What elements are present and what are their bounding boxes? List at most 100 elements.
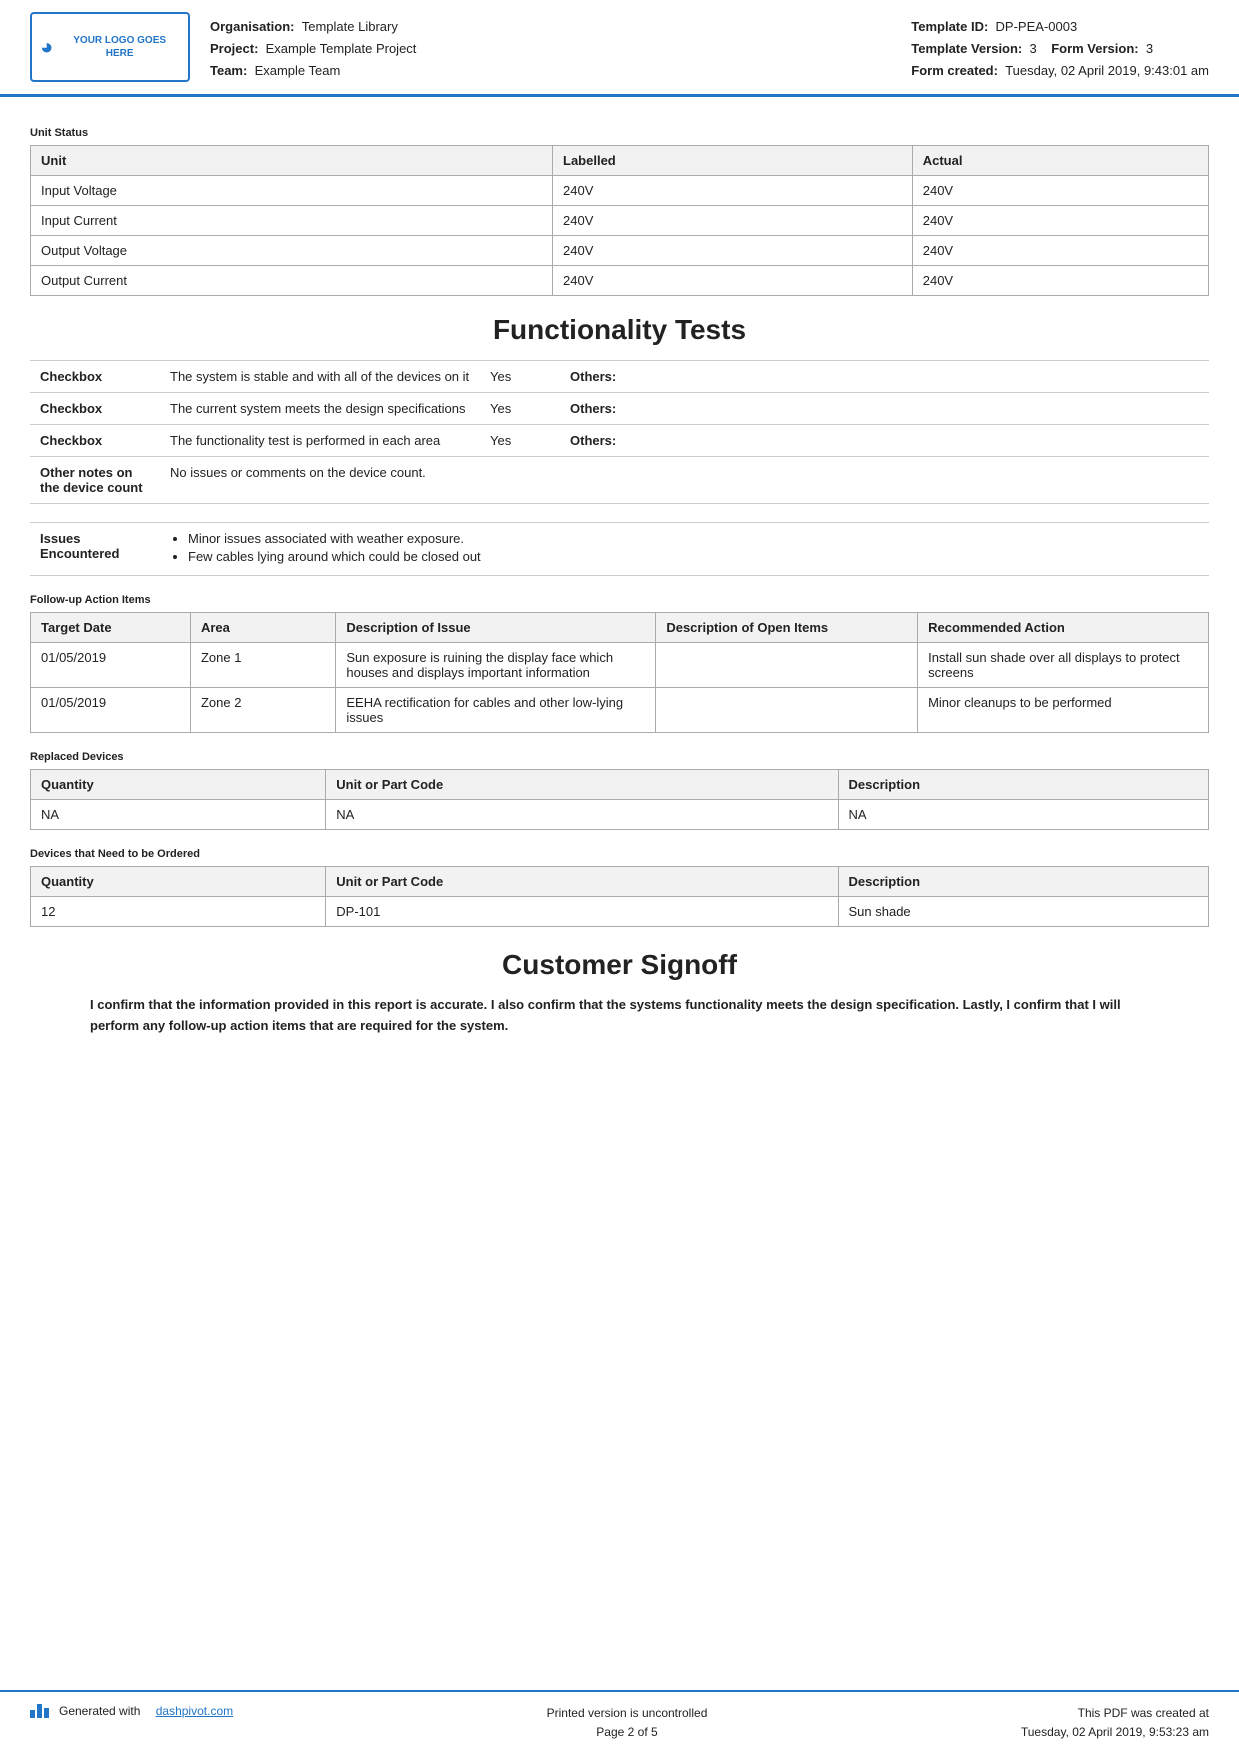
issues-content: Minor issues associated with weather exp… [160,523,1209,576]
template-id-label: Template ID: [911,19,988,34]
table-cell: Output Voltage [31,236,553,266]
order-header-row: Quantity Unit or Part Code Description [31,867,1209,897]
logo-text: YOUR LOGO GOES HERE [59,34,180,60]
logo-box: ◕ YOUR LOGO GOES HERE [30,12,190,82]
version-row: Template Version: 3 Form Version: 3 [911,38,1209,60]
functionality-tests-body: CheckboxThe system is stable and with al… [30,361,1209,504]
replaced-body: NANANA [31,800,1209,830]
org-row: Organisation: Template Library [210,16,416,38]
func-val-cell: Yes [480,425,560,457]
footer-center: Printed version is uncontrolled Page 2 o… [547,1704,708,1742]
table-cell: 01/05/2019 [31,688,191,733]
list-item: Minor issues associated with weather exp… [188,531,1199,546]
followup-header-row: Target Date Area Description of Issue De… [31,613,1209,643]
header-meta-right: Template ID: DP-PEA-0003 Template Versio… [911,16,1209,82]
footer-right-line2: Tuesday, 02 April 2019, 9:53:23 am [1021,1723,1209,1742]
followup-area-header: Area [190,613,335,643]
table-cell: NA [31,800,326,830]
table-row: Other notes on the device countNo issues… [30,457,1209,504]
template-id-row: Template ID: DP-PEA-0003 [911,16,1209,38]
signoff-text: I confirm that the information provided … [30,995,1209,1037]
table-cell: 12 [31,897,326,927]
header-meta-left: Organisation: Template Library Project: … [210,16,416,82]
table-cell: Input Voltage [31,176,553,206]
followup-open-header: Description of Open Items [656,613,918,643]
unit-status-title: Unit Status [30,127,1209,139]
header: ◕ YOUR LOGO GOES HERE Organisation: Temp… [0,0,1239,97]
form-version-value: 3 [1146,41,1153,56]
table-row: CheckboxThe system is stable and with al… [30,361,1209,393]
functionality-tests-table: CheckboxThe system is stable and with al… [30,360,1209,504]
team-row: Team: Example Team [210,60,416,82]
issues-row: Issues Encountered Minor issues associat… [30,523,1209,576]
org-value: Template Library [302,19,398,34]
table-cell [656,688,918,733]
template-version-label: Template Version: [911,41,1022,56]
form-created-label: Form created: [911,63,998,78]
func-type-cell: Checkbox [30,393,160,425]
header-meta: Organisation: Template Library Project: … [210,12,1209,82]
project-row: Project: Example Template Project [210,38,416,60]
table-row: Output Current240V240V [31,266,1209,296]
table-cell: Sun exposure is ruining the display face… [336,643,656,688]
logo-icon: ◕ [40,34,53,60]
order-body: 12DP-101Sun shade [31,897,1209,927]
team-value: Example Team [255,63,341,78]
list-item: Few cables lying around which could be c… [188,549,1199,564]
unit-status-header-row: Unit Labelled Actual [31,146,1209,176]
table-cell: 240V [553,266,913,296]
unit-col-header: Unit [31,146,553,176]
followup-body: 01/05/2019Zone 1Sun exposure is ruining … [31,643,1209,733]
template-version-value: 3 [1030,41,1037,56]
table-cell: Output Current [31,266,553,296]
labelled-col-header: Labelled [553,146,913,176]
func-desc-cell: The functionality test is performed in e… [160,425,480,457]
main-content: Unit Status Unit Labelled Actual Input V… [0,97,1239,1689]
footer-center-line1: Printed version is uncontrolled [547,1704,708,1723]
replaced-desc-header: Description [838,770,1209,800]
table-cell: NA [838,800,1209,830]
form-version-label: Form Version: [1051,41,1138,56]
func-val-cell: Yes [480,361,560,393]
func-type-cell: Checkbox [30,425,160,457]
table-cell: 01/05/2019 [31,643,191,688]
followup-table: Target Date Area Description of Issue De… [30,612,1209,733]
func-others-cell: Others: [560,393,1209,425]
table-cell: DP-101 [326,897,838,927]
table-cell: 240V [912,236,1208,266]
brand-link[interactable]: dashpivot.com [156,1704,233,1718]
devices-order-title: Devices that Need to be Ordered [30,848,1209,860]
page: ◕ YOUR LOGO GOES HERE Organisation: Temp… [0,0,1239,1754]
footer-right-line1: This PDF was created at [1021,1704,1209,1723]
table-row: 01/05/2019Zone 1Sun exposure is ruining … [31,643,1209,688]
replaced-devices-table: Quantity Unit or Part Code Description N… [30,769,1209,830]
func-val-cell: Yes [480,393,560,425]
table-cell: 240V [912,266,1208,296]
functionality-heading: Functionality Tests [30,314,1209,346]
replaced-qty-header: Quantity [31,770,326,800]
table-row: 12DP-101Sun shade [31,897,1209,927]
table-cell: EEHA rectification for cables and other … [336,688,656,733]
table-cell: Minor cleanups to be performed [918,688,1209,733]
table-cell: 240V [553,206,913,236]
bar3 [44,1708,49,1718]
table-row: Output Voltage240V240V [31,236,1209,266]
team-label: Team: [210,63,247,78]
func-type-cell: Other notes on the device count [30,457,160,504]
issues-label: Issues Encountered [30,523,160,576]
footer-left: Generated with dashpivot.com [30,1704,233,1718]
table-row: Input Voltage240V240V [31,176,1209,206]
generated-label: Generated with [59,1704,140,1718]
func-desc-cell: The system is stable and with all of the… [160,361,480,393]
table-row: CheckboxThe functionality test is perfor… [30,425,1209,457]
table-cell: NA [326,800,838,830]
footer-right: This PDF was created at Tuesday, 02 Apri… [1021,1704,1209,1742]
replaced-devices-title: Replaced Devices [30,751,1209,763]
followup-issue-header: Description of Issue [336,613,656,643]
table-cell: Install sun shade over all displays to p… [918,643,1209,688]
project-value: Example Template Project [266,41,417,56]
table-row: 01/05/2019Zone 2EEHA rectification for c… [31,688,1209,733]
footer-page-number: Page 2 of 5 [547,1723,708,1742]
followup-title: Follow-up Action Items [30,594,1209,606]
unit-status-body: Input Voltage240V240VInput Current240V24… [31,176,1209,296]
